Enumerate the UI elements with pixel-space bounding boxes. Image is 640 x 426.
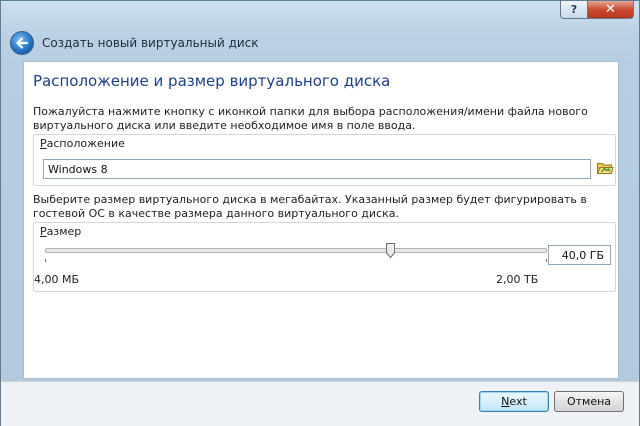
- dialog-window: ? ✕ Создать новый виртуальный диск Распо…: [0, 0, 640, 426]
- next-rest: ext: [509, 395, 527, 408]
- size-slider-track[interactable]: [45, 248, 547, 253]
- close-icon: ✕: [605, 2, 616, 17]
- location-input[interactable]: [43, 159, 591, 179]
- next-button[interactable]: Next: [479, 391, 549, 412]
- help-button[interactable]: ?: [560, 1, 588, 19]
- slider-thumb-icon: [386, 243, 395, 259]
- close-button[interactable]: ✕: [588, 1, 634, 19]
- location-label-accel: Р: [40, 137, 47, 150]
- header-row: Создать новый виртуальный диск: [10, 27, 259, 59]
- next-accel: N: [501, 395, 510, 408]
- location-label-text: асположение: [46, 137, 125, 150]
- back-button[interactable]: [10, 31, 34, 55]
- size-description: Выберите размер виртуального диска в мег…: [33, 193, 587, 220]
- size-slider-ticks: [45, 259, 547, 263]
- folder-icon: [596, 163, 614, 174]
- location-label: Расположение: [40, 137, 125, 150]
- help-icon: ?: [570, 3, 578, 16]
- size-min-label: 4,00 МБ: [34, 273, 80, 286]
- slider-tick: [546, 259, 547, 262]
- button-bar: Next Отмена: [1, 381, 639, 426]
- size-max-label: 2,00 ТБ: [496, 273, 539, 286]
- size-label-text: азмер: [46, 225, 82, 238]
- dialog-title: Создать новый виртуальный диск: [42, 36, 259, 50]
- location-group: Расположение: [33, 134, 616, 186]
- size-slider-thumb[interactable]: [386, 243, 395, 259]
- choose-location-button[interactable]: [596, 159, 614, 177]
- size-label: Размер: [40, 225, 81, 238]
- size-group: Размер 4,00 МБ 2,00 ТБ: [33, 222, 616, 292]
- caption-buttons: ? ✕: [560, 1, 634, 21]
- location-description: Пожалуйста нажмите кнопку с иконкой папк…: [33, 105, 588, 132]
- wizard-page: Расположение и размер виртуального диска…: [23, 61, 619, 379]
- back-arrow-icon: [16, 37, 29, 49]
- cancel-button[interactable]: Отмена: [554, 391, 624, 412]
- size-label-accel: Р: [40, 225, 47, 238]
- size-input[interactable]: [548, 245, 611, 265]
- slider-tick: [45, 259, 46, 262]
- page-title: Расположение и размер виртуального диска: [33, 72, 391, 90]
